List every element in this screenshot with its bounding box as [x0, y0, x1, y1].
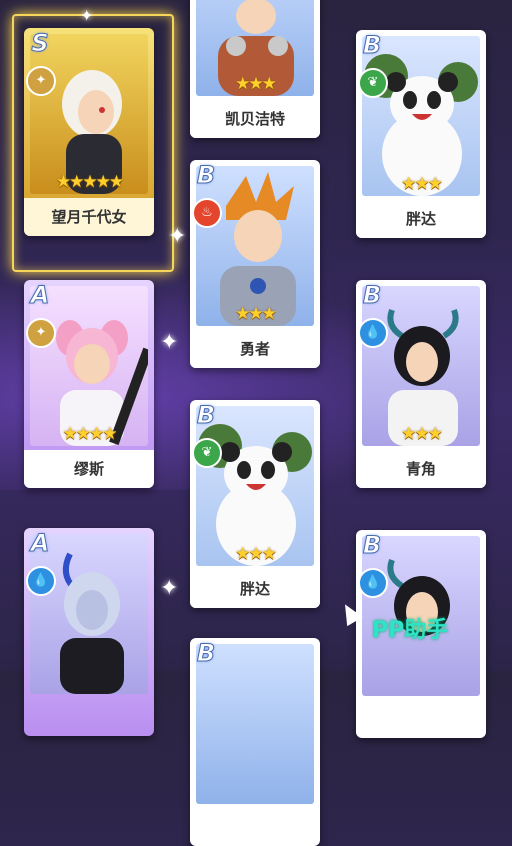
water-element-icon: 💧: [358, 318, 388, 348]
hero-card-muse[interactable]: A ✦ ★★★★ 缪斯: [24, 280, 154, 488]
rarity-badge: B: [196, 161, 216, 190]
hero-name: 勇者: [190, 330, 320, 368]
hero-card-kaibeijiete[interactable]: ★★★ 凯贝洁特: [190, 0, 320, 138]
hero-name: 凯贝洁特: [190, 100, 320, 138]
star-rating: ★★★: [235, 74, 277, 94]
hero-name: 缪斯: [24, 450, 154, 488]
star-rating: ★★★: [235, 544, 277, 564]
hero-card-bottom-left[interactable]: A 💧: [24, 528, 154, 736]
star-rating: ★★★: [235, 304, 277, 324]
sparkle-icon: ✦: [80, 6, 94, 25]
hero-name: 青角: [356, 450, 486, 488]
hero-card-chiyome[interactable]: S ✦ ★★★★★ 望月千代女: [24, 28, 154, 236]
rarity-badge: A: [30, 529, 50, 558]
rarity-badge: B: [362, 31, 382, 60]
hero-card-yongzhe[interactable]: B ♨ ★★★ 勇者: [190, 160, 320, 368]
hero-name: 胖达: [190, 570, 320, 608]
sparkle-icon: ✦: [160, 330, 179, 355]
star-rating: ★★★★★: [55, 172, 124, 192]
sparkle-icon: ✦: [160, 576, 179, 601]
rarity-badge: B: [362, 531, 382, 560]
star-rating: ★★★: [401, 424, 443, 444]
water-element-icon: 💧: [26, 566, 56, 596]
pp-assistant-logo: PP助手: [372, 618, 449, 643]
grass-element-icon: ❦: [192, 438, 222, 468]
rarity-badge: B: [196, 401, 216, 430]
sparkle-icon: ✦: [168, 224, 187, 249]
grass-element-icon: ❦: [358, 68, 388, 98]
rarity-badge: B: [362, 281, 382, 310]
light-element-icon: ✦: [26, 318, 56, 348]
rarity-badge: B: [196, 639, 216, 668]
rarity-badge: S: [31, 29, 49, 58]
hero-name: 望月千代女: [24, 198, 154, 236]
water-element-icon: 💧: [358, 568, 388, 598]
star-rating: ★★★★: [62, 424, 118, 444]
hero-card-panda[interactable]: B ❦ ★★★ 胖达: [356, 30, 486, 238]
hero-name: 胖达: [356, 200, 486, 238]
hero-card-qingjiao[interactable]: B 💧 ★★★ 青角: [356, 280, 486, 488]
fire-element-icon: ♨: [192, 198, 222, 228]
hero-card-bottom-middle[interactable]: B: [190, 638, 320, 846]
rarity-badge: A: [30, 281, 50, 310]
star-rating: ★★★: [401, 174, 443, 194]
hero-card-panda-2[interactable]: B ❦ ★★★ 胖达: [190, 400, 320, 608]
light-element-icon: ✦: [26, 66, 56, 96]
